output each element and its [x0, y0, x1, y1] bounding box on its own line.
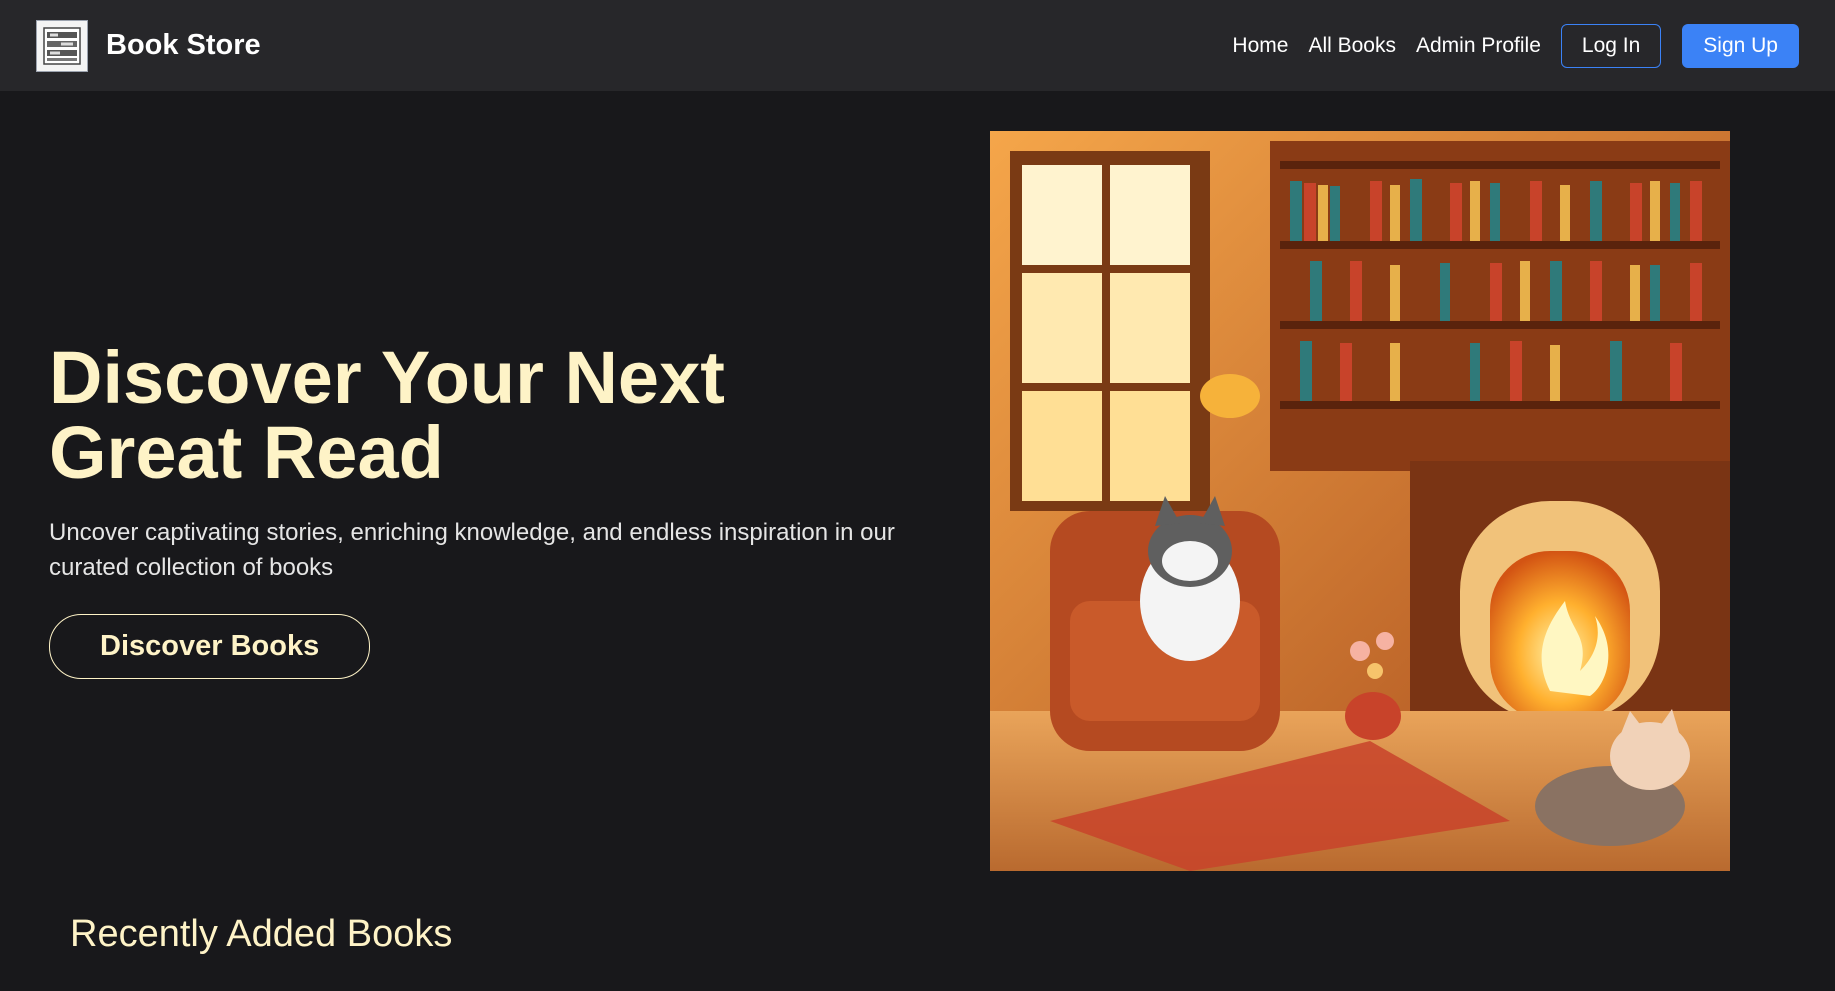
books-logo-icon [36, 19, 88, 72]
brand[interactable]: Book Store [36, 19, 261, 72]
recently-added-heading: Recently Added Books [70, 913, 453, 955]
hero-text: Discover Your Next Great Read Uncover ca… [49, 340, 919, 679]
discover-books-button[interactable]: Discover Books [49, 614, 371, 679]
cozy-library-illustration [990, 131, 1730, 871]
nav-admin-profile-link[interactable]: Admin Profile [1416, 34, 1541, 58]
nav-home-link[interactable]: Home [1232, 34, 1288, 58]
nav-links: Home All Books Admin Profile Log In Sign… [1232, 23, 1799, 68]
hero-title: Discover Your Next Great Read [49, 336, 725, 494]
top-navbar: Book Store Home All Books Admin Profile … [0, 0, 1835, 91]
login-button[interactable]: Log In [1560, 23, 1662, 68]
hero-subtitle: Uncover captivating stories, enriching k… [49, 519, 895, 581]
signup-button[interactable]: Sign Up [1682, 23, 1799, 68]
nav-all-books-link[interactable]: All Books [1308, 34, 1396, 58]
brand-title: Book Store [106, 29, 261, 61]
